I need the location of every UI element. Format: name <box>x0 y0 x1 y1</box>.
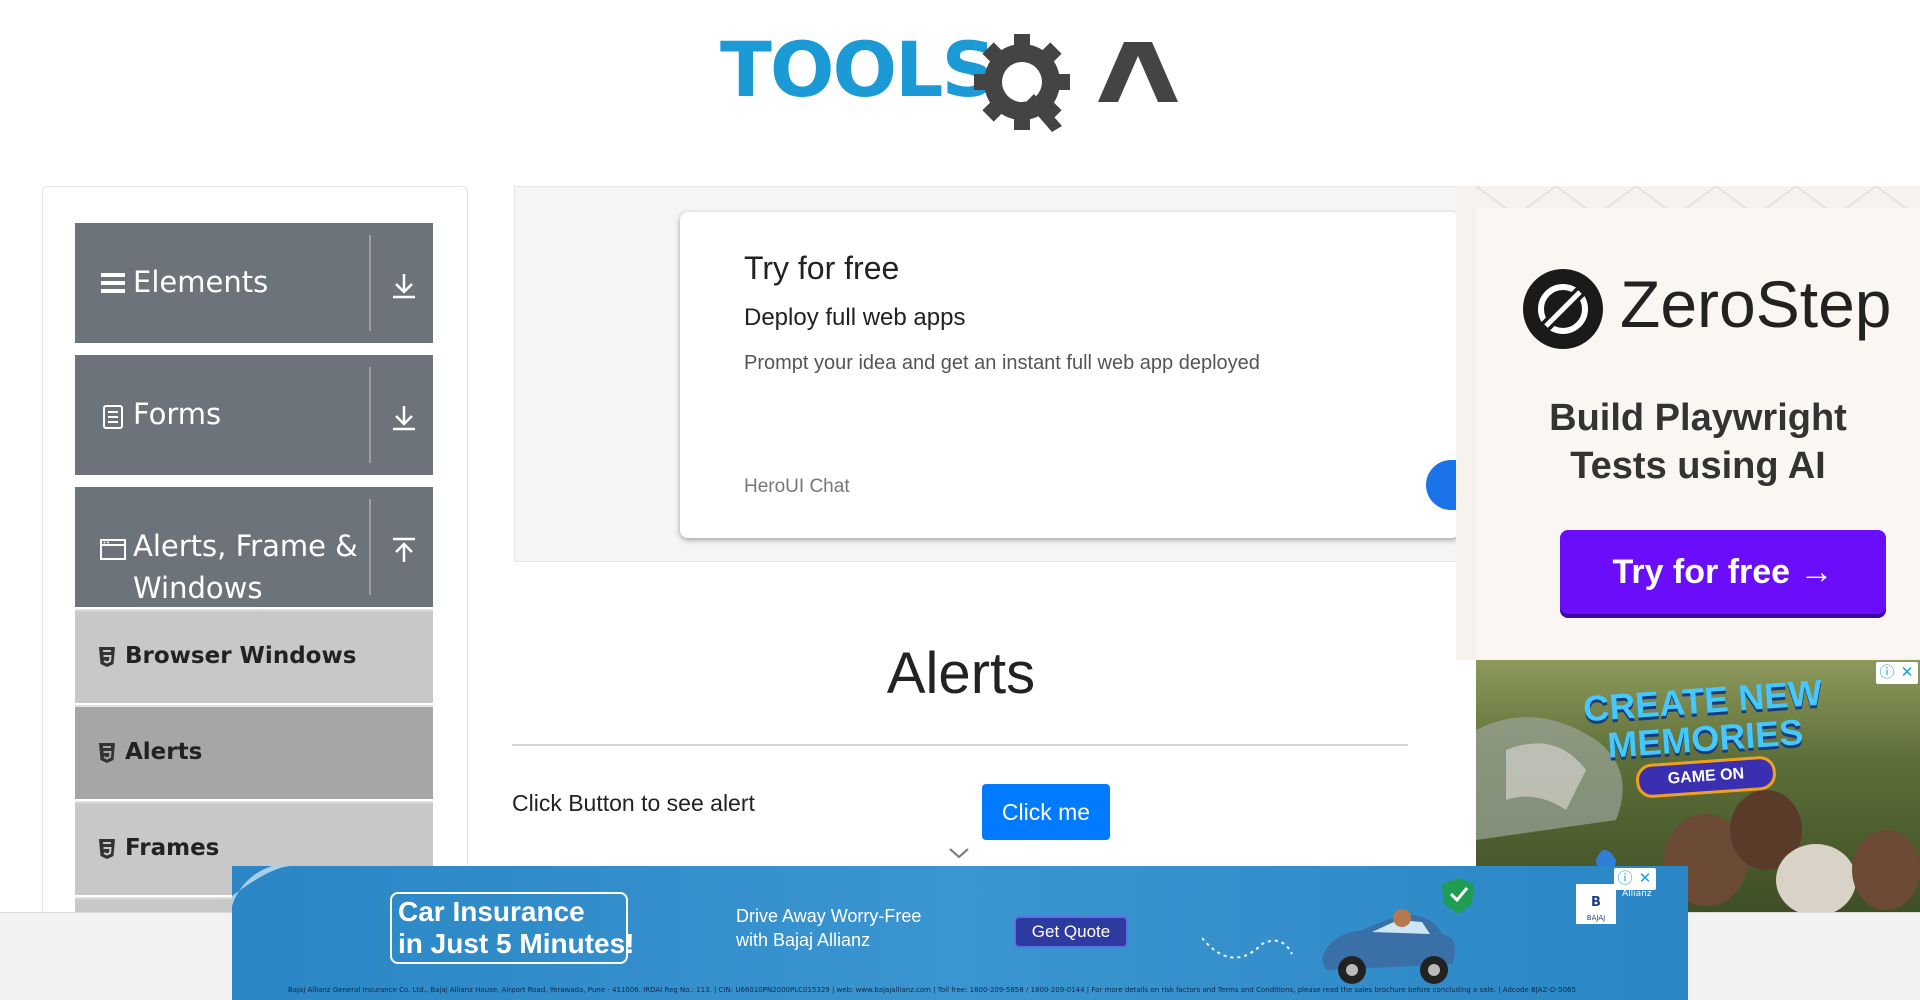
brand-logo: B BAJAJ Allianz <box>1576 884 1652 924</box>
ad-headline: Car Insurance in Just 5 Minutes! <box>398 896 634 960</box>
chevron-down-icon[interactable] <box>948 846 970 860</box>
ad-info-icon[interactable]: ⓘ <box>1878 663 1896 681</box>
form-document-icon <box>103 405 123 429</box>
ad-zerostep-panel: ZeroStep Build Playwright Tests using AI… <box>1476 208 1920 658</box>
sidebar-item-label: Frames <box>125 835 220 861</box>
ad-tagline-line2: with Bajaj Allianz <box>736 930 871 950</box>
ad-banner-swoosh <box>232 866 292 906</box>
get-quote-button[interactable]: Get Quote <box>1014 916 1128 948</box>
brand-name: BAJAJ <box>1587 914 1605 922</box>
html5-icon <box>99 743 115 763</box>
upload-arrow-icon[interactable] <box>389 535 419 565</box>
download-arrow-icon[interactable] <box>389 403 419 433</box>
zerostep-try-button[interactable]: Try for free → <box>1560 530 1886 614</box>
sidebar-group-label: Elements <box>133 265 269 299</box>
sidebar-item-browser-windows[interactable]: Browser Windows <box>75 609 433 703</box>
ad-tagline-line1: Drive Away Worry-Free <box>736 906 922 926</box>
gear-icon <box>974 34 1070 132</box>
sidebar-group-elements[interactable]: Elements <box>75 223 433 343</box>
ad-headline-line2: in Just 5 Minutes! <box>398 928 635 959</box>
sidebar-group-alerts-frame-windows[interactable]: Alerts, Frame & Windows <box>75 487 433 607</box>
divider <box>369 367 371 463</box>
ad-title: Try for free <box>744 250 900 286</box>
sidebar-item-alerts[interactable]: Alerts <box>75 705 433 799</box>
ad-subtitle: Deploy full web apps <box>744 304 966 331</box>
divider <box>369 499 371 595</box>
ad-legal-text: Bajaj Allianz General Insurance Co. Ltd.… <box>288 986 1576 994</box>
ad-zerostep[interactable]: ZeroStep Build Playwright Tests using AI… <box>1456 186 1920 660</box>
sidebar-group-forms[interactable]: Forms <box>75 355 433 475</box>
logo-text-tools: TOOLS <box>720 25 994 114</box>
hamburger-icon <box>101 273 125 293</box>
brand-partner: Allianz <box>1622 889 1652 899</box>
html5-icon <box>99 647 115 667</box>
zerostep-headline-line2: Tests using AI <box>1570 445 1826 487</box>
html5-icon <box>99 839 115 859</box>
zerostep-logo-icon <box>1523 269 1603 349</box>
alert-button[interactable]: Click me <box>982 784 1110 840</box>
ad-description: Prompt your idea and get an instant full… <box>744 352 1260 374</box>
ad-card-heroui[interactable]: Try for free Deploy full web apps Prompt… <box>680 212 1460 538</box>
ad-close-icon[interactable]: ✕ <box>1898 663 1916 681</box>
bajaj-allianz-logo: B BAJAJ Allianz <box>1576 880 1666 960</box>
logo-graphic: TOOLS <box>720 25 1178 132</box>
car-illustration <box>1202 878 1474 984</box>
sidebar-group-label-line2: Windows <box>133 571 263 605</box>
svg-text:B: B <box>1591 895 1601 910</box>
zerostep-name: ZeroStep <box>1620 267 1892 341</box>
browser-window-icon <box>100 539 126 560</box>
game-headline: CREATE NEW MEMORIES <box>1582 672 1827 767</box>
ad-bajaj-banner[interactable]: Car Insurance in Just 5 Minutes! Drive A… <box>232 866 1688 1000</box>
ad-info-icon[interactable]: ⓘ <box>1616 869 1634 887</box>
sidebar-group-label: Forms <box>133 397 222 431</box>
ad-open-button[interactable] <box>1426 460 1460 510</box>
ad-choices[interactable]: ⓘ ✕ <box>1876 662 1918 684</box>
ad-tagline: Drive Away Worry-Free with Bajaj Allianz <box>736 904 921 952</box>
download-arrow-icon[interactable] <box>389 271 419 301</box>
logo-letter-a <box>1098 42 1178 102</box>
divider <box>369 235 371 331</box>
divider <box>512 744 1408 746</box>
toolsqa-logo[interactable]: TOOLS <box>720 20 1210 140</box>
ad-close-icon[interactable]: ✕ <box>1636 869 1654 887</box>
zerostep-headline: Build Playwright Tests using AI <box>1496 394 1900 490</box>
sidebar-item-label: Browser Windows <box>125 643 357 669</box>
sidebar-item-label: Alerts <box>125 739 203 765</box>
sidebar-group-label: Alerts, Frame & <box>133 529 358 563</box>
page-title: Alerts <box>886 641 1036 706</box>
alert-row-label: Click Button to see alert <box>512 790 755 816</box>
ad-brand: HeroUI Chat <box>744 476 850 497</box>
ad-choices[interactable]: ⓘ ✕ <box>1614 868 1656 890</box>
zerostep-headline-line1: Build Playwright <box>1549 397 1847 439</box>
ad-headline-line1: Car Insurance <box>398 896 585 927</box>
